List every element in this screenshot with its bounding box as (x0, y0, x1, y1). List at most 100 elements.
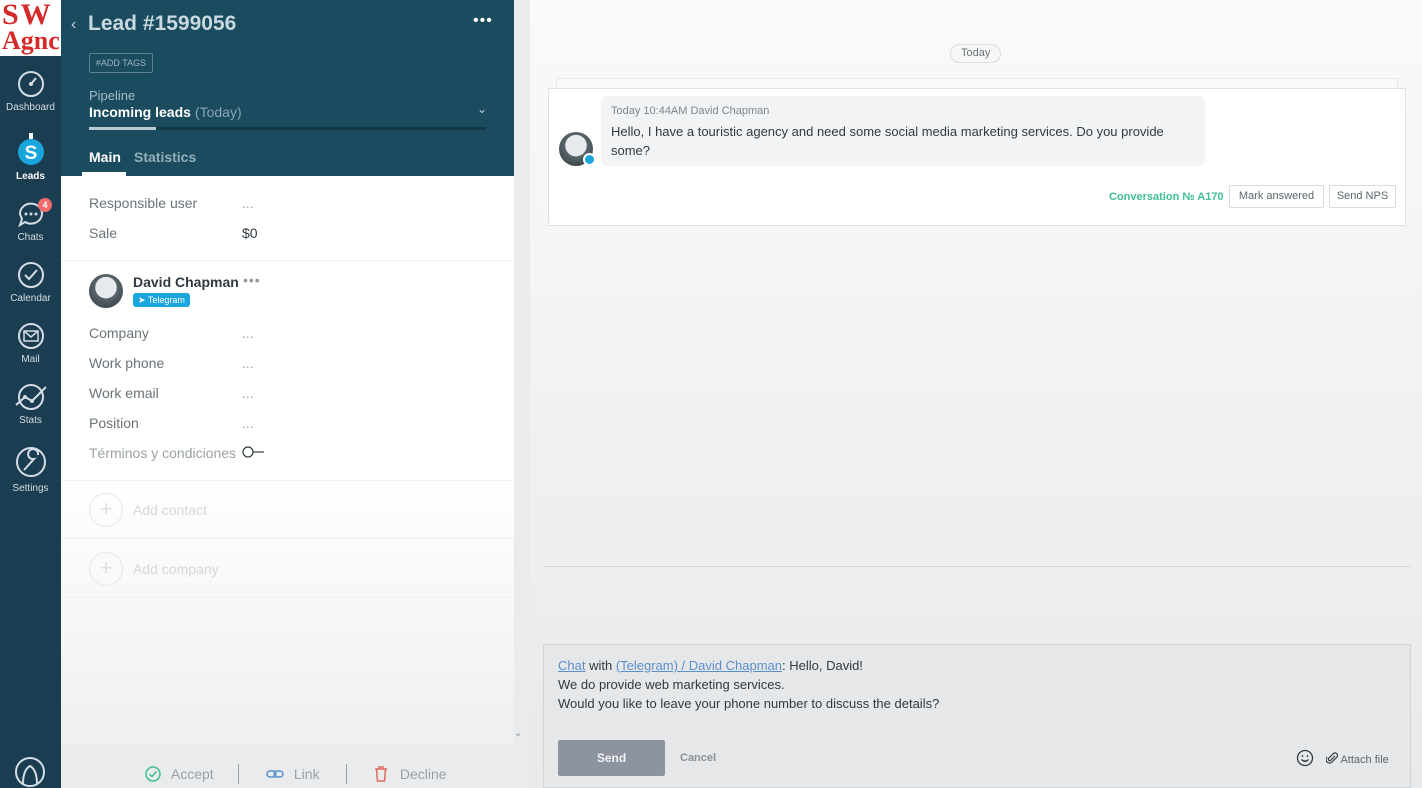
more-options-icon[interactable]: ••• (473, 12, 493, 30)
company-label: Company (89, 325, 149, 341)
message-card: Today 10:44AM David Chapman Hello, I hav… (548, 88, 1406, 226)
pipeline-progress (89, 127, 486, 130)
sale-label: Sale (89, 225, 118, 241)
nav-label-stats: Stats (19, 415, 42, 426)
divider (61, 597, 514, 598)
nav-item-settings[interactable]: Settings (0, 445, 61, 494)
divider (61, 480, 514, 481)
send-nps-button[interactable]: Send NPS (1329, 185, 1396, 208)
tab-main[interactable]: Main (89, 149, 121, 165)
decline-label: Decline (399, 766, 447, 782)
paperclip-icon (1325, 752, 1339, 764)
footer-separator (238, 764, 239, 784)
nav-label-calendar: Calendar (10, 293, 51, 304)
nav-item-leads[interactable]: S Leads (0, 133, 61, 182)
contact-more-icon[interactable]: ••• (243, 272, 261, 288)
emoji-icon[interactable] (1296, 749, 1314, 767)
responsible-user-field[interactable]: ... (242, 195, 254, 211)
send-button[interactable]: Send (558, 740, 665, 776)
contact-name[interactable]: David Chapman (133, 274, 239, 290)
nav-label-mail: Mail (21, 354, 40, 365)
mail-icon (17, 323, 44, 349)
telegram-icon: ➤ (138, 295, 148, 305)
footer-separator (346, 764, 347, 784)
nav-item-stats[interactable]: Stats (0, 383, 61, 426)
tab-statistics[interactable]: Statistics (134, 149, 196, 165)
link-icon (266, 770, 284, 778)
stats-icon (14, 384, 47, 410)
terms-label: Términos y condiciones (89, 445, 237, 461)
add-contact-icon[interactable]: + (89, 493, 123, 527)
back-icon[interactable]: ‹ (71, 16, 76, 34)
work-email-label: Work email (89, 385, 159, 401)
message-composer[interactable]: Chat with (Telegram) / David Chapman: He… (543, 644, 1411, 788)
lead-title: Lead #1599056 (88, 12, 237, 35)
nav-label-settings: Settings (12, 483, 49, 494)
lead-body: Responsible user ... Sale $0 David Chapm… (61, 176, 514, 744)
attach-file-button[interactable]: Attach file (1325, 751, 1389, 766)
add-company-icon[interactable]: + (89, 552, 123, 586)
add-contact-button[interactable]: Add contact (133, 502, 207, 518)
composer-text[interactable]: Chat with (Telegram) / David Chapman: He… (558, 656, 939, 713)
message-stack (556, 78, 1398, 88)
message-text: Hello, I have a touristic agency and nee… (611, 124, 1164, 158)
lead-footer: Accept Link Decline (61, 744, 530, 788)
nav-label-chats: Chats (17, 232, 44, 243)
chevron-down-icon[interactable]: ⌄ (477, 102, 487, 116)
nav-item-calendar[interactable]: Calendar (0, 261, 61, 304)
divider (543, 566, 1411, 567)
divider (61, 538, 514, 539)
decline-button[interactable]: Decline (374, 766, 447, 782)
pipeline-when: (Today) (194, 104, 242, 120)
nav-item-chats[interactable]: 4 Chats (0, 198, 61, 243)
lead-header: ‹ Lead #1599056 ••• #ADD TAGS Pipeline I… (61, 0, 514, 176)
pipeline-progress-fill (89, 127, 157, 130)
pipeline-value: Incoming leads (89, 104, 191, 120)
pipeline-label: Pipeline (89, 88, 136, 103)
terms-toggle[interactable] (242, 446, 264, 458)
scroll-down-icon[interactable]: ⌄ (514, 728, 522, 739)
position-label: Position (89, 415, 139, 431)
settings-icon (15, 447, 46, 477)
nav-item-dashboard[interactable]: Dashboard (0, 70, 61, 113)
position-field[interactable]: ... (242, 415, 254, 431)
composer-with: with (585, 658, 616, 673)
composer-line-3: Would you like to leave your phone numbe… (558, 696, 940, 711)
accept-icon (145, 766, 161, 782)
work-email-field[interactable]: ... (242, 385, 254, 401)
accept-label: Accept (170, 766, 214, 782)
cancel-button[interactable]: Cancel (680, 752, 716, 764)
nav-label-leads: Leads (16, 171, 45, 182)
nav-item-mail[interactable]: Mail (0, 322, 61, 365)
link-label: Link (293, 766, 320, 782)
mark-answered-button[interactable]: Mark answered (1229, 185, 1324, 208)
calendar-icon (17, 262, 44, 288)
scroll-up-icon[interactable]: ⌃ (1047, 0, 1055, 7)
link-button[interactable]: Link (266, 766, 320, 782)
add-company-button[interactable]: Add company (133, 561, 219, 577)
date-separator: Today (950, 44, 1002, 63)
sale-field[interactable]: $0 (242, 225, 258, 241)
chat-link[interactable]: Chat (558, 658, 585, 673)
logo[interactable]: SW Agnc (0, 0, 61, 56)
nav-label-dashboard: Dashboard (6, 102, 55, 113)
divider (61, 260, 514, 261)
user-icon (15, 757, 45, 787)
message-bubble: Today 10:44AM David Chapman Hello, I hav… (601, 96, 1205, 166)
telegram-icon (583, 153, 596, 166)
dashboard-icon (17, 71, 44, 97)
conversation-number[interactable]: Conversation № A170 (1109, 191, 1224, 203)
accept-button[interactable]: Accept (145, 766, 214, 782)
add-tags-button[interactable]: #ADD TAGS (89, 53, 153, 73)
recipient-link[interactable]: (Telegram) / David Chapman (616, 658, 782, 673)
telegram-label: Telegram (147, 295, 185, 305)
logo-line-2: Agnc (2, 26, 60, 55)
work-phone-field[interactable]: ... (242, 355, 254, 371)
company-field[interactable]: ... (242, 325, 254, 341)
user-profile-button[interactable] (14, 756, 46, 788)
telegram-badge: ➤ Telegram (133, 293, 190, 307)
contact-avatar[interactable] (89, 274, 123, 308)
svg-text:S: S (24, 143, 37, 164)
composer-line-2: We do provide web marketing services. (558, 677, 785, 692)
pipeline-select[interactable]: Incoming leads (Today) (89, 104, 242, 120)
